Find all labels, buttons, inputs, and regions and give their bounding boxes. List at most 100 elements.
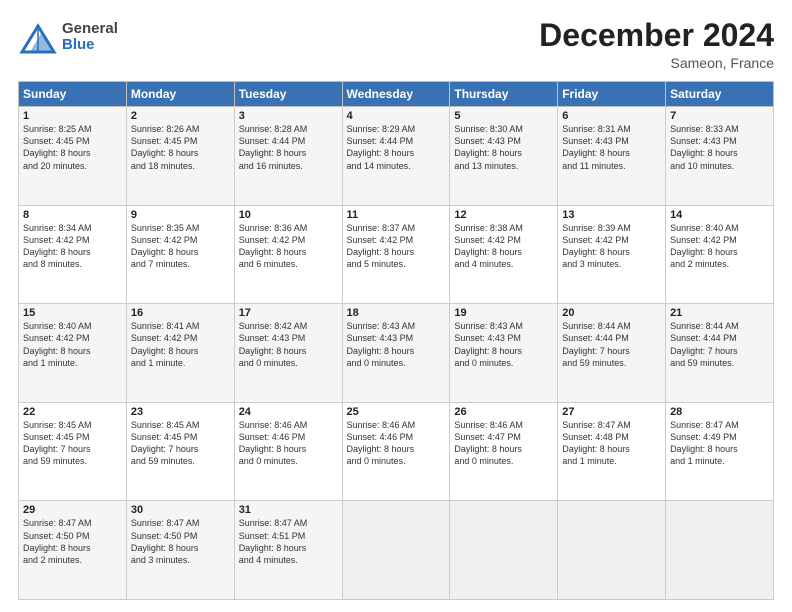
day-number: 5 (454, 110, 553, 122)
day-info: Sunrise: 8:44 AMSunset: 4:44 PMDaylight:… (562, 320, 661, 369)
day-number: 15 (23, 307, 122, 319)
day-number: 16 (131, 307, 230, 319)
month-title: December 2024 (539, 18, 774, 53)
day-number: 10 (239, 209, 338, 221)
day-number: 19 (454, 307, 553, 319)
day-number: 12 (454, 209, 553, 221)
day-cell (558, 501, 666, 600)
day-info: Sunrise: 8:43 AMSunset: 4:43 PMDaylight:… (454, 320, 553, 369)
day-info: Sunrise: 8:39 AMSunset: 4:42 PMDaylight:… (562, 222, 661, 271)
day-cell: 19Sunrise: 8:43 AMSunset: 4:43 PMDayligh… (450, 304, 558, 403)
day-number: 11 (347, 209, 446, 221)
day-cell: 30Sunrise: 8:47 AMSunset: 4:50 PMDayligh… (126, 501, 234, 600)
day-info: Sunrise: 8:40 AMSunset: 4:42 PMDaylight:… (670, 222, 769, 271)
day-number: 17 (239, 307, 338, 319)
day-number: 26 (454, 406, 553, 418)
day-number: 28 (670, 406, 769, 418)
day-info: Sunrise: 8:43 AMSunset: 4:43 PMDaylight:… (347, 320, 446, 369)
week-row-1: 1Sunrise: 8:25 AMSunset: 4:45 PMDaylight… (19, 107, 774, 206)
day-info: Sunrise: 8:33 AMSunset: 4:43 PMDaylight:… (670, 123, 769, 172)
day-cell: 22Sunrise: 8:45 AMSunset: 4:45 PMDayligh… (19, 402, 127, 501)
logo-text: General Blue (62, 21, 118, 54)
day-cell: 6Sunrise: 8:31 AMSunset: 4:43 PMDaylight… (558, 107, 666, 206)
day-info: Sunrise: 8:34 AMSunset: 4:42 PMDaylight:… (23, 222, 122, 271)
day-info: Sunrise: 8:44 AMSunset: 4:44 PMDaylight:… (670, 320, 769, 369)
day-info: Sunrise: 8:47 AMSunset: 4:50 PMDaylight:… (23, 517, 122, 566)
week-row-4: 22Sunrise: 8:45 AMSunset: 4:45 PMDayligh… (19, 402, 774, 501)
day-cell: 14Sunrise: 8:40 AMSunset: 4:42 PMDayligh… (666, 205, 774, 304)
day-info: Sunrise: 8:47 AMSunset: 4:50 PMDaylight:… (131, 517, 230, 566)
day-number: 27 (562, 406, 661, 418)
day-cell: 27Sunrise: 8:47 AMSunset: 4:48 PMDayligh… (558, 402, 666, 501)
day-number: 7 (670, 110, 769, 122)
day-cell: 24Sunrise: 8:46 AMSunset: 4:46 PMDayligh… (234, 402, 342, 501)
day-info: Sunrise: 8:42 AMSunset: 4:43 PMDaylight:… (239, 320, 338, 369)
day-cell: 11Sunrise: 8:37 AMSunset: 4:42 PMDayligh… (342, 205, 450, 304)
day-number: 22 (23, 406, 122, 418)
header-cell-sunday: Sunday (19, 82, 127, 107)
day-info: Sunrise: 8:41 AMSunset: 4:42 PMDaylight:… (131, 320, 230, 369)
day-cell: 4Sunrise: 8:29 AMSunset: 4:44 PMDaylight… (342, 107, 450, 206)
day-info: Sunrise: 8:31 AMSunset: 4:43 PMDaylight:… (562, 123, 661, 172)
day-info: Sunrise: 8:37 AMSunset: 4:42 PMDaylight:… (347, 222, 446, 271)
day-number: 3 (239, 110, 338, 122)
day-cell: 15Sunrise: 8:40 AMSunset: 4:42 PMDayligh… (19, 304, 127, 403)
day-info: Sunrise: 8:45 AMSunset: 4:45 PMDaylight:… (23, 419, 122, 468)
page: General Blue December 2024 Sameon, Franc… (0, 0, 792, 612)
day-info: Sunrise: 8:46 AMSunset: 4:46 PMDaylight:… (239, 419, 338, 468)
day-number: 18 (347, 307, 446, 319)
day-info: Sunrise: 8:46 AMSunset: 4:46 PMDaylight:… (347, 419, 446, 468)
day-cell: 17Sunrise: 8:42 AMSunset: 4:43 PMDayligh… (234, 304, 342, 403)
day-info: Sunrise: 8:35 AMSunset: 4:42 PMDaylight:… (131, 222, 230, 271)
day-cell: 25Sunrise: 8:46 AMSunset: 4:46 PMDayligh… (342, 402, 450, 501)
day-number: 23 (131, 406, 230, 418)
day-info: Sunrise: 8:28 AMSunset: 4:44 PMDaylight:… (239, 123, 338, 172)
day-cell: 26Sunrise: 8:46 AMSunset: 4:47 PMDayligh… (450, 402, 558, 501)
day-cell: 18Sunrise: 8:43 AMSunset: 4:43 PMDayligh… (342, 304, 450, 403)
header-cell-thursday: Thursday (450, 82, 558, 107)
day-number: 6 (562, 110, 661, 122)
day-cell (666, 501, 774, 600)
day-cell: 3Sunrise: 8:28 AMSunset: 4:44 PMDaylight… (234, 107, 342, 206)
day-cell: 7Sunrise: 8:33 AMSunset: 4:43 PMDaylight… (666, 107, 774, 206)
header-row: SundayMondayTuesdayWednesdayThursdayFrid… (19, 82, 774, 107)
day-number: 13 (562, 209, 661, 221)
day-cell (342, 501, 450, 600)
day-info: Sunrise: 8:47 AMSunset: 4:51 PMDaylight:… (239, 517, 338, 566)
day-info: Sunrise: 8:45 AMSunset: 4:45 PMDaylight:… (131, 419, 230, 468)
day-cell: 8Sunrise: 8:34 AMSunset: 4:42 PMDaylight… (19, 205, 127, 304)
location: Sameon, France (539, 55, 774, 71)
title-block: December 2024 Sameon, France (539, 18, 774, 71)
logo-icon (18, 18, 58, 56)
header-cell-friday: Friday (558, 82, 666, 107)
day-number: 2 (131, 110, 230, 122)
day-cell: 12Sunrise: 8:38 AMSunset: 4:42 PMDayligh… (450, 205, 558, 304)
day-cell: 23Sunrise: 8:45 AMSunset: 4:45 PMDayligh… (126, 402, 234, 501)
day-info: Sunrise: 8:47 AMSunset: 4:48 PMDaylight:… (562, 419, 661, 468)
calendar-header: SundayMondayTuesdayWednesdayThursdayFrid… (19, 82, 774, 107)
week-row-3: 15Sunrise: 8:40 AMSunset: 4:42 PMDayligh… (19, 304, 774, 403)
day-number: 31 (239, 504, 338, 516)
day-number: 24 (239, 406, 338, 418)
day-cell: 5Sunrise: 8:30 AMSunset: 4:43 PMDaylight… (450, 107, 558, 206)
day-number: 20 (562, 307, 661, 319)
day-number: 30 (131, 504, 230, 516)
logo-blue-text: Blue (62, 37, 118, 54)
day-cell: 16Sunrise: 8:41 AMSunset: 4:42 PMDayligh… (126, 304, 234, 403)
day-number: 9 (131, 209, 230, 221)
day-number: 4 (347, 110, 446, 122)
header-cell-tuesday: Tuesday (234, 82, 342, 107)
week-row-2: 8Sunrise: 8:34 AMSunset: 4:42 PMDaylight… (19, 205, 774, 304)
day-number: 1 (23, 110, 122, 122)
header-cell-monday: Monday (126, 82, 234, 107)
day-cell: 29Sunrise: 8:47 AMSunset: 4:50 PMDayligh… (19, 501, 127, 600)
day-number: 14 (670, 209, 769, 221)
day-cell: 28Sunrise: 8:47 AMSunset: 4:49 PMDayligh… (666, 402, 774, 501)
day-cell (450, 501, 558, 600)
day-info: Sunrise: 8:26 AMSunset: 4:45 PMDaylight:… (131, 123, 230, 172)
day-info: Sunrise: 8:36 AMSunset: 4:42 PMDaylight:… (239, 222, 338, 271)
day-cell: 9Sunrise: 8:35 AMSunset: 4:42 PMDaylight… (126, 205, 234, 304)
day-info: Sunrise: 8:30 AMSunset: 4:43 PMDaylight:… (454, 123, 553, 172)
day-cell: 21Sunrise: 8:44 AMSunset: 4:44 PMDayligh… (666, 304, 774, 403)
logo-general-text: General (62, 21, 118, 38)
